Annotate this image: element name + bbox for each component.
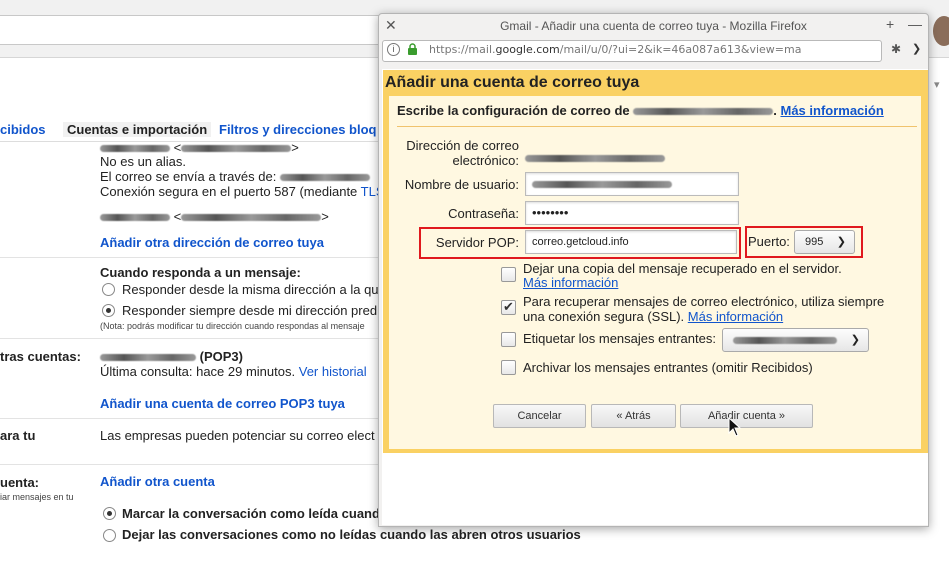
leave-copy-more-info[interactable]: Más información — [523, 275, 618, 290]
chevron-down-icon: ❯ — [836, 236, 846, 248]
pop3-account: (POP3) — [100, 349, 243, 364]
blurred-address-2: < > — [100, 209, 329, 224]
gmail-search-box[interactable] — [0, 15, 380, 45]
divider — [397, 126, 917, 127]
close-icon[interactable]: ✕ — [385, 17, 397, 34]
add-pop3-link[interactable]: Añadir una cuenta de correo POP3 tuya — [100, 396, 345, 411]
tab-cuentas[interactable]: Cuentas e importación — [63, 122, 212, 137]
password-label: Contraseña: — [448, 206, 519, 221]
chevron-down-icon[interactable]: ▾ — [934, 78, 940, 91]
reply-option-2: Responder siempre desde mi dirección pre… — [122, 303, 378, 318]
ara-tu-label: ara tu — [0, 428, 36, 443]
ssl-text-1: Para recuperar mensajes de correo electr… — [523, 294, 885, 309]
reply-radio-2[interactable] — [102, 304, 115, 317]
minimize-icon[interactable]: — — [908, 16, 922, 32]
archive-text: Archivar los mensajes entrantes (omitir … — [523, 360, 813, 375]
secure-conn-text: Conexión segura en el puerto 587 (median… — [100, 184, 385, 199]
avatar[interactable] — [933, 16, 949, 46]
add-account-button[interactable]: Añadir cuenta » — [680, 404, 813, 428]
firefox-popup-window: Gmail - Añadir una cuenta de correo tuya… — [378, 13, 929, 527]
leave-unread-text: Dejar las conversaciones como no leídas … — [122, 527, 581, 542]
cancel-button[interactable]: Cancelar — [493, 404, 586, 428]
mark-read-radio[interactable] — [103, 507, 116, 520]
dialog-heading: Añadir una cuenta de correo tuya — [385, 74, 640, 91]
add-other-link[interactable]: Añadir otra cuenta — [100, 474, 215, 489]
extension-icon[interactable]: ✱ — [891, 42, 901, 56]
pop-label: Servidor POP: — [435, 235, 519, 250]
label-checkbox[interactable] — [501, 332, 516, 347]
ssl-text-2: una conexión segura (SSL). Más informaci… — [523, 309, 784, 324]
reply-option-1: Responder desde la misma dirección a la … — [122, 282, 379, 297]
label-incoming-text: Etiquetar los mensajes entrantes: — [523, 331, 716, 346]
cuenta-label: uenta: — [0, 475, 39, 490]
reply-heading: Cuando responda a un mensaje: — [100, 265, 301, 280]
history-link[interactable]: Ver historial — [299, 364, 367, 379]
more-info-link[interactable]: Más información — [780, 103, 883, 118]
port-select[interactable]: 995 ❯ — [794, 230, 855, 254]
lock-icon — [408, 43, 417, 55]
back-button[interactable]: « Atrás — [591, 404, 676, 428]
username-label: Nombre de usuario: — [404, 177, 519, 192]
reply-radio-1[interactable] — [102, 283, 115, 296]
settings-tabs: cibidos Cuentas e importación Filtros y … — [0, 116, 380, 142]
divider — [0, 257, 380, 258]
leave-copy-checkbox[interactable] — [501, 267, 516, 282]
email-label: Dirección de correo electrónico: — [406, 138, 519, 168]
dialog-subtitle: Escribe la configuración de correo de . … — [397, 103, 884, 118]
info-icon[interactable]: i — [387, 43, 400, 56]
send-via-text: El correo se envía a través de: — [100, 169, 370, 184]
archive-checkbox[interactable] — [501, 360, 516, 375]
tab-filtros[interactable]: Filtros y direcciones bloq — [219, 122, 376, 137]
port-label: Puerto: — [748, 234, 790, 249]
reply-note: (Nota: podrás modificar tu dirección cua… — [100, 321, 365, 331]
window-title: Gmail - Añadir una cuenta de correo tuya… — [500, 19, 807, 33]
password-input[interactable]: •••••••• — [525, 201, 739, 225]
username-input[interactable] — [525, 172, 739, 196]
ssl-checkbox[interactable] — [501, 299, 516, 315]
other-accounts-label: tras cuentas: — [0, 349, 81, 364]
blurred-address: < > — [100, 140, 299, 155]
email-value — [525, 150, 665, 165]
url-text: https://mail.google.com/mail/u/0/?ui=2&i… — [429, 43, 802, 56]
mark-read-text: Marcar la conversación como leída cuand — [122, 506, 380, 521]
last-check: Última consulta: hace 29 minutos. Ver hi… — [100, 364, 367, 379]
ssl-more-info[interactable]: Más información — [688, 309, 783, 324]
leave-copy-text: Dejar una copia del mensaje recuperado e… — [523, 261, 842, 276]
alias-text: No es un alias. — [100, 154, 186, 169]
companies-text: Las empresas pueden potenciar su correo … — [100, 428, 375, 443]
leave-unread-radio[interactable] — [103, 529, 116, 542]
pop-server-input[interactable]: correo.getcloud.info — [525, 230, 737, 254]
add-address-link[interactable]: Añadir otra dirección de correo tuya — [100, 235, 324, 250]
chevron-down-icon: ❯ — [850, 334, 860, 346]
maximize-icon[interactable]: + — [886, 16, 894, 32]
divider — [0, 418, 380, 419]
label-select[interactable]: ❯ — [722, 328, 869, 352]
mouse-cursor-icon — [728, 417, 742, 437]
cuenta-small: iar mensajes en tu — [0, 492, 74, 502]
divider — [0, 464, 380, 465]
divider — [0, 338, 380, 339]
tab-recibidos[interactable]: cibidos — [0, 122, 46, 137]
chevron-down-icon[interactable]: ❯ — [912, 42, 921, 55]
